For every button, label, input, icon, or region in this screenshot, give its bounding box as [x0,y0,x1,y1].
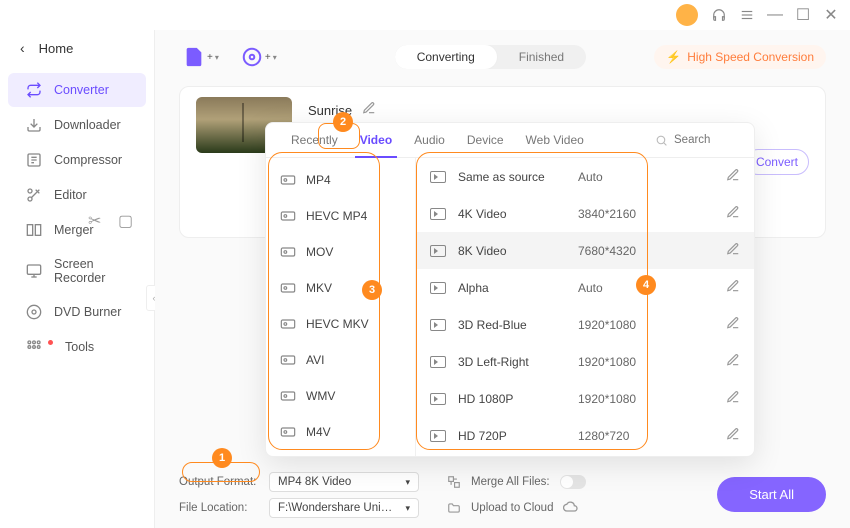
resolution-option[interactable]: 3D Left-Right1920*1080 [416,343,754,380]
edit-resolution-icon[interactable] [726,390,740,407]
add-file-dropdown[interactable]: +▾ [179,42,223,72]
upload-cloud-label: Upload to Cloud [471,502,553,514]
format-icon [280,316,296,332]
edit-resolution-icon[interactable] [726,279,740,296]
sidebar-item-tools[interactable]: Tools [8,330,146,364]
file-location-label: File Location: [179,502,259,514]
add-dvd-dropdown[interactable]: +▾ [237,42,281,72]
format-icon [280,352,296,368]
bolt-icon: ⚡ [666,50,681,64]
video-frame-icon [430,171,446,183]
sidebar-item-downloader[interactable]: Downloader [8,108,146,142]
tools-icon [26,339,42,355]
format-tab-web-video[interactable]: Web Video [515,123,595,157]
edit-resolution-icon[interactable] [726,168,740,185]
minimize-button[interactable]: — [768,8,782,22]
crop-icon[interactable]: ▢ [118,211,134,227]
format-option-avi[interactable]: AVI [266,342,415,378]
format-icon [280,280,296,296]
format-tab-audio[interactable]: Audio [403,123,456,157]
compress-icon [26,152,42,168]
resolution-option[interactable]: Same as sourceAuto [416,158,754,195]
format-option-hevc-mp4[interactable]: HEVC MP4 [266,198,415,234]
callout-2: 2 [333,112,353,132]
start-all-button[interactable]: Start All [717,477,826,512]
sidebar-item-editor[interactable]: Editor [8,178,146,212]
resolution-option[interactable]: 3D Red-Blue1920*1080 [416,306,754,343]
file-location-select[interactable]: F:\Wondershare UniConverter 1▾ [269,498,419,518]
search-input[interactable] [674,134,734,146]
sidebar: ‹ Home ConverterDownloaderCompressorEdit… [0,30,155,528]
callout-4: 4 [636,275,656,295]
rename-icon[interactable] [362,101,376,120]
video-frame-icon [430,393,446,405]
trim-icon[interactable]: ✂ [88,211,104,227]
video-frame-icon [430,208,446,220]
format-option-mov[interactable]: MOV [266,234,415,270]
menu-icon[interactable] [740,8,754,22]
sidebar-home[interactable]: ‹ Home [0,34,154,72]
callout-1: 1 [212,448,232,468]
format-search[interactable] [655,134,740,147]
maximize-button[interactable]: ☐ [796,8,810,22]
resolution-list: Same as sourceAuto4K Video3840*21608K Vi… [416,158,754,456]
merge-all-label: Merge All Files: [471,476,550,488]
resolution-option[interactable]: HD 1080P1920*1080 [416,380,754,417]
merge-toggle[interactable] [560,475,586,489]
sidebar-item-dvd-burner[interactable]: DVD Burner [8,295,146,329]
format-tab-device[interactable]: Device [456,123,515,157]
user-avatar[interactable] [676,4,698,26]
folder-icon[interactable] [447,501,461,515]
format-icon [280,208,296,224]
format-option-hevc-mkv[interactable]: HEVC MKV [266,306,415,342]
resolution-option[interactable]: 8K Video7680*4320 [416,232,754,269]
edit-resolution-icon[interactable] [726,427,740,444]
output-format-select[interactable]: MP4 8K Video▾ [269,472,419,492]
dvd-icon [26,304,42,320]
convert-icon [26,82,42,98]
edit-icon [26,187,42,203]
tab-converting[interactable]: Converting [395,45,497,69]
merge-icon [447,475,461,489]
format-option-m4v[interactable]: M4V [266,414,415,450]
tab-finished[interactable]: Finished [497,45,586,69]
resolution-option[interactable]: AlphaAuto [416,269,754,306]
resolution-option[interactable]: HD 720P1280*720 [416,417,754,454]
download-icon [26,117,42,133]
cloud-icon[interactable] [563,499,579,518]
headset-icon[interactable] [712,8,726,22]
video-frame-icon [430,356,446,368]
sidebar-item-screen-recorder[interactable]: Screen Recorder [8,248,146,294]
back-icon: ‹ [20,40,25,56]
format-icon [280,424,296,440]
video-frame-icon [430,319,446,331]
edit-resolution-icon[interactable] [726,205,740,222]
format-option-mkv[interactable]: MKV [266,270,415,306]
format-popup: RecentlyVideoAudioDeviceWeb Video MP4HEV… [265,122,755,457]
format-tab-video[interactable]: Video [349,123,403,157]
format-icon [280,172,296,188]
merge-icon [26,222,42,238]
status-tab-switch: Converting Finished [395,45,586,69]
edit-resolution-icon[interactable] [726,353,740,370]
video-frame-icon [430,430,446,442]
record-icon [26,263,42,279]
resolution-option[interactable]: 4K Video3840*2160 [416,195,754,232]
video-frame-icon [430,282,446,294]
edit-resolution-icon[interactable] [726,316,740,333]
format-option-wmv[interactable]: WMV [266,378,415,414]
format-icon [280,244,296,260]
close-button[interactable]: ✕ [824,8,838,22]
format-option-mp4[interactable]: MP4 [266,162,415,198]
high-speed-conversion-link[interactable]: ⚡ High Speed Conversion [654,45,826,69]
output-format-label: Output Format: [179,476,259,488]
format-icon [280,388,296,404]
edit-resolution-icon[interactable] [726,242,740,259]
video-frame-icon [430,245,446,257]
callout-3: 3 [362,280,382,300]
format-list: MP4HEVC MP4MOVMKVHEVC MKVAVIWMVM4V [266,158,416,456]
sidebar-item-converter[interactable]: Converter [8,73,146,107]
sidebar-item-compressor[interactable]: Compressor [8,143,146,177]
